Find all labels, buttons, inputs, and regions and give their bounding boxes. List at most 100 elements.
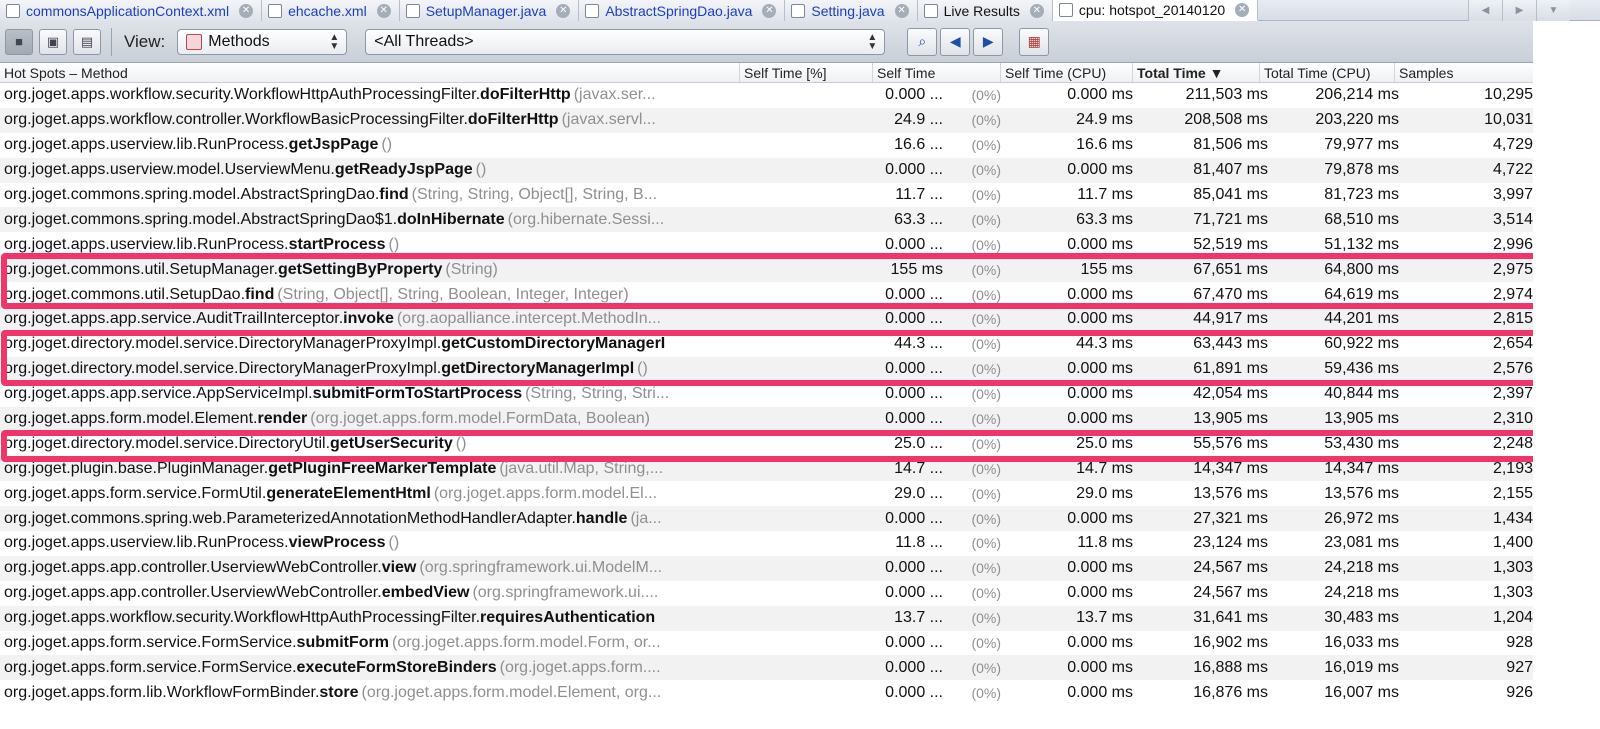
table-row[interactable]: org.joget.apps.userview.lib.RunProcess.g… [0, 133, 1533, 158]
tab-0[interactable]: commonsApplicationContext.xml ✕ [0, 0, 263, 21]
stop-icon: ■ [15, 34, 23, 49]
self-time-percent: (0%) [971, 162, 1001, 179]
threads-select[interactable]: <All Threads> ▲ ▼ [365, 28, 886, 55]
save-snapshot-button[interactable]: ▣ [39, 28, 67, 55]
self-time-cell: 14.7 ... [894, 459, 943, 477]
method-signature: (org.joget.apps.form.model.Element, org.… [361, 683, 662, 701]
table-row[interactable]: org.joget.apps.workflow.controller.Workf… [0, 107, 1533, 133]
self-cpu-cell: 0.000 ms [1067, 634, 1133, 652]
column-header-self-time[interactable]: Self Time [873, 63, 1001, 82]
find-next-icon: ▶ [982, 33, 994, 49]
method-class: org.joget.apps.userview.model.UserviewMe… [4, 161, 335, 179]
column-header-method[interactable]: Hot Spots – Method [0, 63, 740, 82]
tab-2[interactable]: SetupManager.java ✕ [399, 0, 580, 21]
tab-3[interactable]: AbstractSpringDao.java ✕ [579, 0, 786, 21]
samples-cell: 1,400 [1492, 534, 1533, 552]
method-name: submitForm [296, 634, 389, 652]
method-signature: () [381, 136, 393, 154]
table-row[interactable]: org.joget.apps.form.lib.WorkflowFormBind… [0, 680, 1533, 705]
method-cell: org.joget.apps.form.service.FormUtil.gen… [0, 485, 740, 503]
self-time-cell: 11.8 ... [895, 534, 943, 552]
self-time-percent: (0%) [971, 411, 1001, 428]
method-signature: () [475, 161, 487, 179]
close-icon[interactable]: ✕ [894, 3, 909, 18]
method-signature: (org.joget.apps.form.... [499, 658, 661, 676]
table-row[interactable]: org.joget.apps.workflow.security.Workflo… [0, 605, 1533, 631]
view-select[interactable]: Methods ▲ ▼ [177, 28, 348, 55]
scroll-right-icon[interactable]: ▶ [1502, 0, 1536, 21]
table-row[interactable]: org.joget.apps.form.model.Element.render… [0, 406, 1533, 432]
total-time-cell: 16,876 ms [1193, 683, 1268, 701]
tab-1[interactable]: ehcache.xml ✕ [262, 0, 400, 21]
column-header-self-pct[interactable]: Self Time [%] [740, 63, 873, 82]
table-row[interactable]: org.joget.commons.spring.model.AbstractS… [0, 183, 1533, 208]
find-button[interactable]: ⌕ [907, 27, 938, 56]
table-row[interactable]: org.joget.apps.userview.lib.RunProcess.v… [0, 531, 1533, 556]
tab-5[interactable]: Live Results ✕ [917, 0, 1053, 21]
total-cpu-cell: 16,033 ms [1324, 634, 1399, 652]
close-icon[interactable]: ✕ [1235, 3, 1250, 17]
tab-list-icon[interactable]: ▼ [1536, 0, 1570, 21]
column-header-total-cpu[interactable]: Total Time (CPU) [1260, 63, 1395, 82]
table-row[interactable]: org.joget.apps.app.controller.UserviewWe… [0, 581, 1533, 606]
method-signature: (org.joget.apps.form.model.El... [433, 484, 658, 502]
method-class: org.joget.apps.workflow.security.Workflo… [4, 609, 481, 627]
samples-cell: 4,722 [1492, 161, 1533, 179]
total-time-cell: 31,641 ms [1193, 609, 1268, 627]
total-cpu-cell: 16,007 ms [1324, 683, 1399, 701]
close-icon[interactable]: ✕ [1029, 3, 1044, 18]
method-name: requiresAuthentication [480, 609, 656, 627]
close-icon[interactable]: ✕ [762, 3, 777, 18]
table-row[interactable]: org.joget.apps.form.service.FormUtil.gen… [0, 481, 1533, 506]
export-icon: ▤ [80, 33, 94, 49]
select-arrows-icon: ▲ ▼ [329, 31, 340, 52]
method-signature: () [388, 534, 400, 552]
method-signature: (String, String, Object[], String, B... [411, 186, 658, 203]
column-header-samples[interactable]: Samples [1395, 63, 1533, 82]
toolbar-separator [111, 27, 112, 56]
table-row[interactable]: org.joget.commons.spring.model.AbstractS… [0, 207, 1533, 233]
table-row[interactable]: org.joget.apps.userview.model.UserviewMe… [0, 157, 1533, 183]
close-icon[interactable]: ✕ [239, 3, 254, 18]
method-name: getPluginFreeMarkerTemplate [268, 459, 497, 477]
table-row[interactable]: org.joget.commons.spring.web.Parameteriz… [0, 506, 1533, 532]
cpu-snapshot-icon [1058, 3, 1073, 17]
stop-icon-button[interactable]: ■ [5, 28, 33, 55]
tab-4[interactable]: Setting.java ✕ [785, 0, 918, 21]
scroll-left-icon[interactable]: ◀ [1468, 0, 1502, 21]
self-cpu-cell: 0.000 ms [1067, 86, 1133, 104]
table-row[interactable]: org.joget.apps.workflow.security.Workflo… [0, 83, 1533, 108]
total-cpu-cell: 206,214 ms [1315, 86, 1399, 104]
table-row[interactable]: org.joget.apps.form.service.FormService.… [0, 655, 1533, 681]
table-row[interactable]: org.joget.apps.app.controller.UserviewWe… [0, 555, 1533, 581]
close-icon[interactable]: ✕ [376, 3, 391, 18]
method-class: org.joget.commons.spring.web.Parameteriz… [4, 509, 576, 527]
samples-cell: 3,997 [1492, 186, 1533, 203]
tab-label: Setting.java [811, 2, 885, 19]
java-file-icon [405, 3, 420, 18]
find-next-button[interactable]: ▶ [973, 27, 1004, 56]
method-class: org.joget.apps.workflow.controller.Workf… [4, 111, 468, 129]
tab-6[interactable]: cpu: hotspot_20140120 ✕ [1052, 0, 1259, 21]
snapshot-info-button[interactable]: ▦ [1019, 27, 1050, 56]
java-file-icon [791, 3, 806, 18]
samples-cell: 2,193 [1492, 459, 1533, 477]
table-row[interactable]: org.joget.apps.form.service.FormService.… [0, 631, 1533, 656]
total-time-cell: 85,041 ms [1193, 186, 1268, 203]
save-icon: ▣ [46, 33, 60, 49]
samples-cell: 1,434 [1492, 509, 1533, 527]
find-previous-button[interactable]: ◀ [940, 27, 971, 56]
samples-cell: 1,204 [1492, 609, 1533, 627]
self-cpu-cell: 0.000 ms [1067, 235, 1133, 253]
table-row[interactable]: org.joget.apps.app.service.AuditTrailInt… [0, 307, 1533, 332]
total-time-cell: 211,503 ms [1185, 86, 1268, 104]
right-margin [1533, 21, 1600, 729]
column-header-self-cpu[interactable]: Self Time (CPU) [1001, 63, 1133, 82]
method-class: org.joget.plugin.base.PluginManager. [4, 459, 269, 477]
column-header-total-time[interactable]: Total Time ▼ [1133, 63, 1260, 82]
method-name: store [319, 683, 359, 701]
close-icon[interactable]: ✕ [556, 3, 571, 18]
export-snapshot-button[interactable]: ▤ [73, 28, 101, 55]
method-cell: org.joget.apps.workflow.controller.Workf… [0, 111, 740, 129]
total-time-cell: 81,506 ms [1193, 136, 1268, 154]
